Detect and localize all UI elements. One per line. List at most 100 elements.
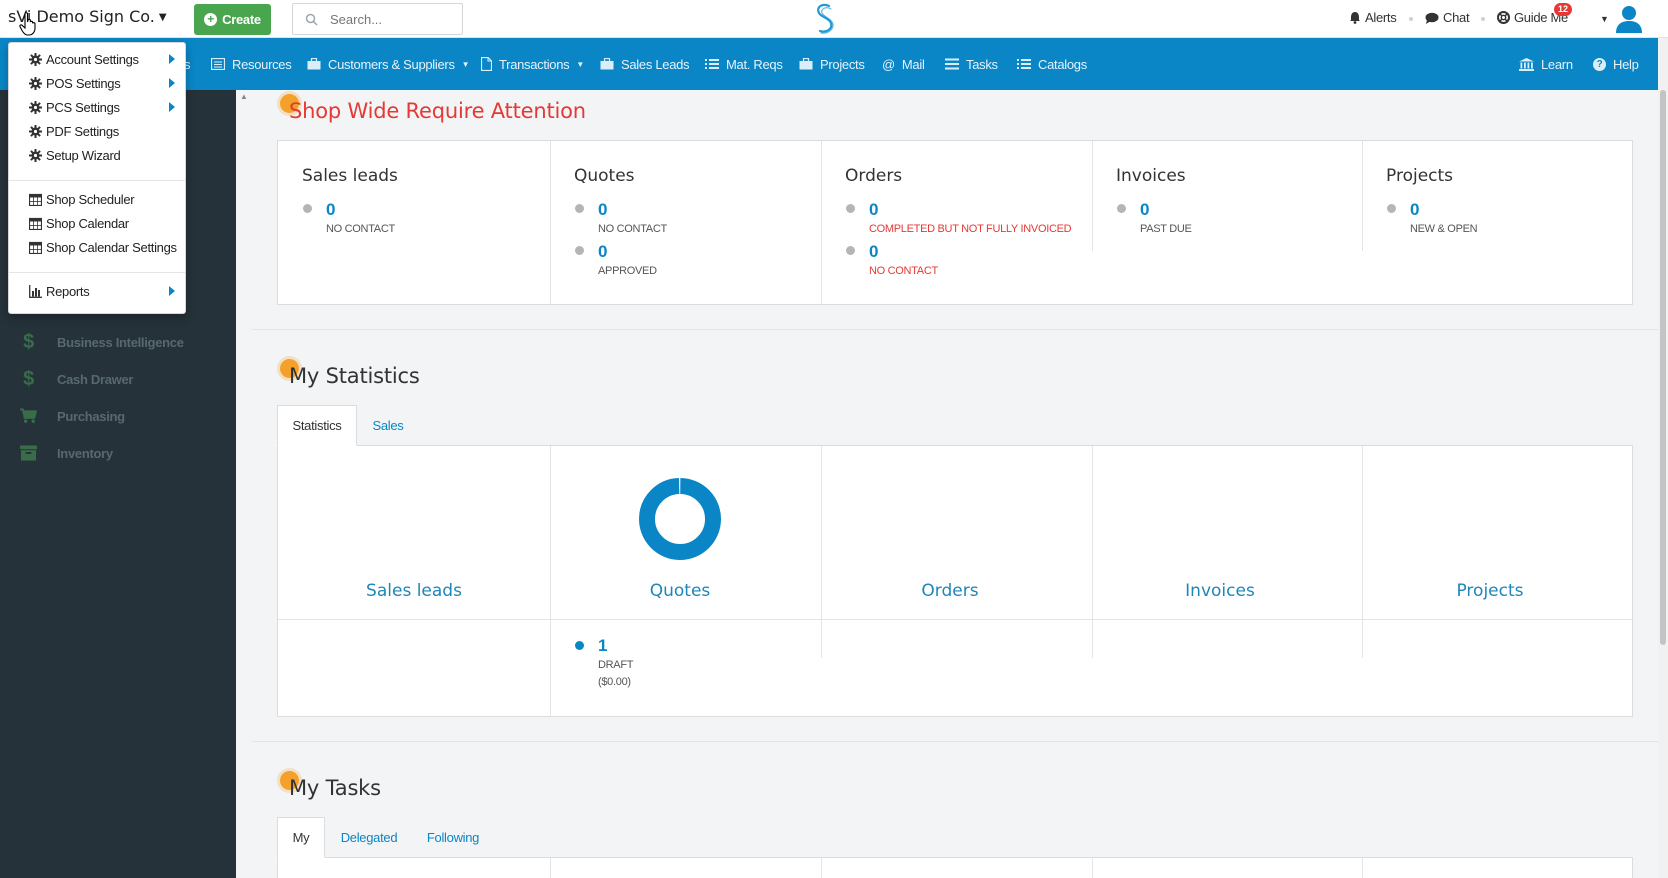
chat-link[interactable]: Chat [1425, 10, 1470, 25]
stat-label: COMPLETED BUT NOT FULLY INVOICED [869, 223, 1072, 235]
stat-value[interactable]: 0 [598, 200, 607, 220]
sidebar-item-label: Purchasing [57, 408, 125, 424]
tab-sales[interactable]: Sales [360, 405, 416, 445]
sidebar-item-business-intelligence[interactable]: $ Business Intelligence [20, 330, 184, 354]
tab-statistics[interactable]: Statistics [277, 405, 357, 446]
stat-bullet [575, 641, 584, 650]
stat-column-label-quotes[interactable]: Quotes [553, 581, 807, 601]
nav-item-transactions[interactable]: Transactions ▼ [481, 38, 584, 90]
sidebar-item-inventory[interactable]: Inventory [20, 441, 113, 465]
stat-value[interactable]: 0 [1140, 200, 1149, 220]
stat-value[interactable]: 0 [598, 242, 607, 262]
stat-column-label-sales-leads[interactable]: Sales leads [287, 581, 541, 601]
sidebar-item-cash-drawer[interactable]: $ Cash Drawer [20, 367, 133, 391]
stat-value[interactable]: 0 [869, 200, 878, 220]
nav-item-catalogs[interactable]: Catalogs [1017, 38, 1087, 90]
nav-item-customers-suppliers[interactable]: Customers & Suppliers ▼ [307, 38, 470, 90]
tab-my[interactable]: My [277, 817, 325, 858]
nav-label: Mat. Reqs [726, 56, 783, 72]
menu-item-shop-scheduler[interactable]: Shop Scheduler [29, 189, 177, 209]
nav-item-resources[interactable]: Resources [211, 38, 292, 90]
nav-item-sales-leads[interactable]: Sales Leads [600, 38, 690, 90]
main-nav: s Resources Customers & Suppliers ▼ Tran… [0, 38, 1658, 90]
bar-chart-icon [29, 284, 42, 298]
card-title-projects: Projects [1386, 166, 1454, 186]
stat-value[interactable]: 0 [1410, 200, 1419, 220]
menu-item-pcs-settings[interactable]: PCS Settings [29, 97, 177, 117]
card-title-orders: Orders [845, 166, 903, 186]
stat-column-label-projects[interactable]: Projects [1363, 581, 1617, 601]
scrollbar-thumb[interactable] [1660, 90, 1666, 645]
stat-label: NO CONTACT [869, 265, 938, 277]
nav-label: Sales Leads [621, 56, 690, 72]
chat-label: Chat [1443, 10, 1470, 25]
tab-following[interactable]: Following [416, 817, 490, 857]
nav-item-projects[interactable]: Projects [799, 38, 865, 90]
stat-label: PAST DUE [1140, 223, 1192, 235]
card-title-sales-leads: Sales leads [302, 166, 398, 186]
collapse-arrow-icon[interactable]: ▲ [240, 92, 248, 101]
stat-label: DRAFT [598, 659, 634, 671]
column-divider [1092, 141, 1093, 251]
stat-column-label-invoices[interactable]: Invoices [1093, 581, 1347, 601]
menu-item-account-settings[interactable]: Account Settings [29, 49, 177, 69]
menu-divider [9, 180, 185, 181]
section-title-statistics: My Statistics [289, 364, 420, 388]
institution-icon [1519, 57, 1534, 71]
plus-circle-icon: + [204, 13, 218, 26]
menu-item-setup-wizard[interactable]: Setup Wizard [29, 145, 177, 165]
nav-item-tasks[interactable]: Tasks [945, 38, 998, 90]
search-input[interactable] [330, 11, 440, 27]
column-divider [1362, 858, 1363, 878]
nav-item-mail[interactable]: @ Mail [882, 38, 925, 90]
hand-cursor-icon [19, 12, 36, 36]
app-logo[interactable] [812, 2, 838, 36]
sidebar-item-purchasing[interactable]: Purchasing [20, 404, 125, 428]
menu-item-reports[interactable]: Reports [29, 281, 177, 301]
donut-slice-draft[interactable] [639, 478, 721, 560]
nav-label: Mail [901, 56, 925, 72]
nav-item-mat-reqs[interactable]: Mat. Reqs [705, 38, 783, 90]
nav-item-learn[interactable]: Learn [1519, 38, 1573, 90]
menu-item-label: Setup Wizard [46, 147, 121, 163]
create-button[interactable]: + Create [194, 4, 271, 35]
user-menu-caret-icon[interactable]: ▼ [1600, 14, 1609, 24]
dollar-icon: $ [23, 367, 34, 390]
column-divider [1362, 446, 1363, 658]
menu-item-shop-calendar-settings[interactable]: Shop Calendar Settings [29, 237, 177, 257]
menu-item-shop-calendar[interactable]: Shop Calendar [29, 213, 177, 233]
section-divider [252, 741, 1658, 742]
archive-icon [20, 445, 37, 461]
list-icon [705, 59, 719, 69]
stat-value[interactable]: 0 [869, 242, 878, 262]
user-avatar-icon[interactable] [1614, 2, 1644, 34]
column-divider [1362, 141, 1363, 251]
nav-label: Customers & Suppliers [328, 56, 455, 72]
nav-item-help[interactable]: ? Help [1593, 38, 1639, 90]
stat-value[interactable]: 1 [598, 636, 607, 656]
nav-label: Tasks [966, 56, 998, 72]
statistics-panel: Sales leads Quotes Orders Invoices Proje… [277, 445, 1633, 717]
chevron-down-icon: ▼ [158, 12, 167, 23]
gear-icon [29, 52, 42, 66]
top-bar: sVi Demo Sign Co.▼ + Create Alerts Chat … [0, 0, 1668, 38]
stat-bullet [1387, 204, 1396, 213]
dollar-icon: $ [23, 330, 34, 353]
attention-panel: Sales leads 0 NO CONTACT Quotes 0 NO CON… [277, 140, 1633, 305]
quotes-donut-chart[interactable] [639, 478, 721, 560]
stat-column-label-orders[interactable]: Orders [823, 581, 1077, 601]
gear-icon [29, 124, 42, 138]
alerts-link[interactable]: Alerts [1349, 10, 1397, 25]
calendar-icon [29, 217, 42, 230]
search-box[interactable] [292, 3, 463, 35]
column-divider [821, 446, 822, 658]
stat-label: NEW & OPEN [1410, 223, 1478, 235]
menu-item-pos-settings[interactable]: POS Settings [29, 73, 177, 93]
nav-label: Help [1613, 56, 1639, 72]
tab-delegated[interactable]: Delegated [332, 817, 406, 857]
notification-badge: 12 [1554, 3, 1573, 16]
separator-dot [1409, 17, 1413, 21]
stat-value[interactable]: 0 [326, 200, 335, 220]
menu-item-pdf-settings[interactable]: PDF Settings [29, 121, 177, 141]
menu-item-label: Shop Scheduler [46, 191, 135, 207]
